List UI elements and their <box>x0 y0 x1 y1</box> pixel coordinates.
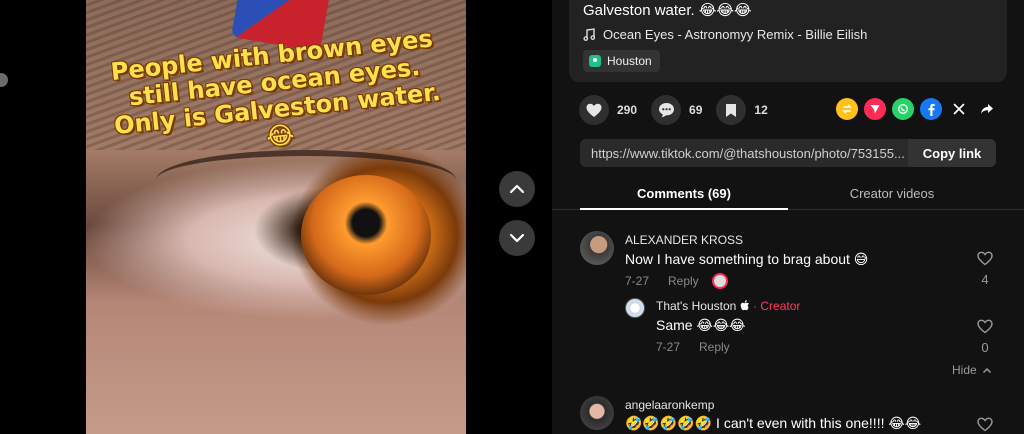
comment-like-count: 4 <box>981 272 989 287</box>
hide-replies-button[interactable]: Hide <box>952 363 992 377</box>
save-count: 12 <box>754 103 768 117</box>
tab-comments[interactable]: Comments (69) <box>580 186 788 201</box>
music-note-icon <box>583 28 595 41</box>
comment-username[interactable]: angelaaronkemp <box>625 398 714 412</box>
bookmark-icon[interactable] <box>716 95 747 125</box>
side-panel: Galveston water. 😂😂😂 Ocean Eyes - Astron… <box>552 0 1024 434</box>
avatar[interactable] <box>625 298 645 318</box>
description-card: Galveston water. 😂😂😂 Ocean Eyes - Astron… <box>569 0 1007 82</box>
liked-by-creator-avatar <box>712 273 728 289</box>
music-link[interactable]: Ocean Eyes - Astronomyy Remix - Billie E… <box>583 27 867 42</box>
link-box: https://www.tiktok.com/@thatshouston/pho… <box>580 139 996 167</box>
comment-text: Same 😂😂😂 <box>656 317 746 333</box>
tab-creator-videos[interactable]: Creator videos <box>788 186 996 201</box>
tab-bar: Comments (69) Creator videos <box>552 180 1024 210</box>
heart-outline-icon[interactable] <box>977 417 993 432</box>
avatar[interactable] <box>580 231 614 265</box>
comment-bubble-icon[interactable] <box>651 95 682 125</box>
comment-item: ALEXANDER KROSS Now I have something to … <box>552 228 1024 289</box>
hide-label: Hide <box>952 363 977 377</box>
comment-text: 🤣🤣🤣🤣🤣 I can't even with this one!!!! 😂😂 <box>625 415 922 431</box>
save-action[interactable]: 12 <box>716 95 768 125</box>
comment-action[interactable]: 69 <box>651 95 702 125</box>
comment-item: angelaaronkemp 🤣🤣🤣🤣🤣 I can't even with t… <box>552 393 1024 434</box>
chevron-up-icon <box>509 184 525 194</box>
comment-text-content: Now I have something to brag about 😅 <box>625 251 869 267</box>
like-count: 290 <box>617 103 638 117</box>
chevron-down-icon <box>509 233 525 243</box>
location-tag[interactable]: Houston <box>583 50 660 72</box>
avatar[interactable] <box>580 396 614 430</box>
active-tab-indicator <box>580 208 788 210</box>
comment-text: Now I have something to brag about 😅 <box>625 251 868 268</box>
heart-outline-icon[interactable] <box>977 319 993 334</box>
comment-like-count: 0 <box>981 340 989 355</box>
post-description: Galveston water. 😂😂😂 <box>583 2 752 19</box>
apple-icon <box>740 300 749 311</box>
side-handle[interactable] <box>0 73 8 87</box>
creator-name: That's Houston <box>656 299 737 313</box>
previous-post-button[interactable] <box>499 171 535 207</box>
location-label: Houston <box>607 54 652 68</box>
chevron-up-icon <box>982 367 991 373</box>
whatsapp-icon[interactable] <box>892 98 914 120</box>
share-arrow-icon[interactable] <box>976 98 998 120</box>
next-post-button[interactable] <box>499 220 535 256</box>
location-pin-icon <box>589 55 601 67</box>
reply-button[interactable]: Reply <box>699 340 730 354</box>
comment-username[interactable]: That's Houston · Creator <box>656 299 800 313</box>
comment-like[interactable] <box>975 417 995 434</box>
heart-outline-icon[interactable] <box>977 251 993 266</box>
post-url[interactable]: https://www.tiktok.com/@thatshouston/pho… <box>591 146 907 161</box>
comment-username[interactable]: ALEXANDER KROSS <box>625 233 743 247</box>
music-title: Ocean Eyes - Astronomyy Remix - Billie E… <box>603 27 868 42</box>
reply-button[interactable]: Reply <box>668 274 699 288</box>
comment-date: 7-27 <box>656 340 681 354</box>
creator-badge: · Creator <box>753 299 801 313</box>
facebook-icon[interactable] <box>920 98 942 120</box>
action-bar: 290 69 12 <box>579 94 782 126</box>
comment-count: 69 <box>689 103 703 117</box>
iris-shape <box>301 175 431 295</box>
share-icons <box>836 98 998 120</box>
post-photo[interactable]: People with brown eyes still have ocean … <box>86 0 466 434</box>
media-viewer: People with brown eyes still have ocean … <box>0 0 552 434</box>
send-icon[interactable] <box>864 98 886 120</box>
heart-icon[interactable] <box>579 95 609 125</box>
comment-date: 7-27 <box>625 274 650 288</box>
copy-link-button[interactable]: Copy link <box>908 139 996 167</box>
comment-like[interactable]: 4 <box>975 251 995 287</box>
reply-item: That's Houston · Creator Same 😂😂😂 7-27 R… <box>552 295 1024 355</box>
repost-icon[interactable] <box>836 98 858 120</box>
like-action[interactable]: 290 <box>579 95 637 125</box>
comment-like[interactable]: 0 <box>975 319 995 355</box>
x-icon[interactable] <box>948 98 970 120</box>
